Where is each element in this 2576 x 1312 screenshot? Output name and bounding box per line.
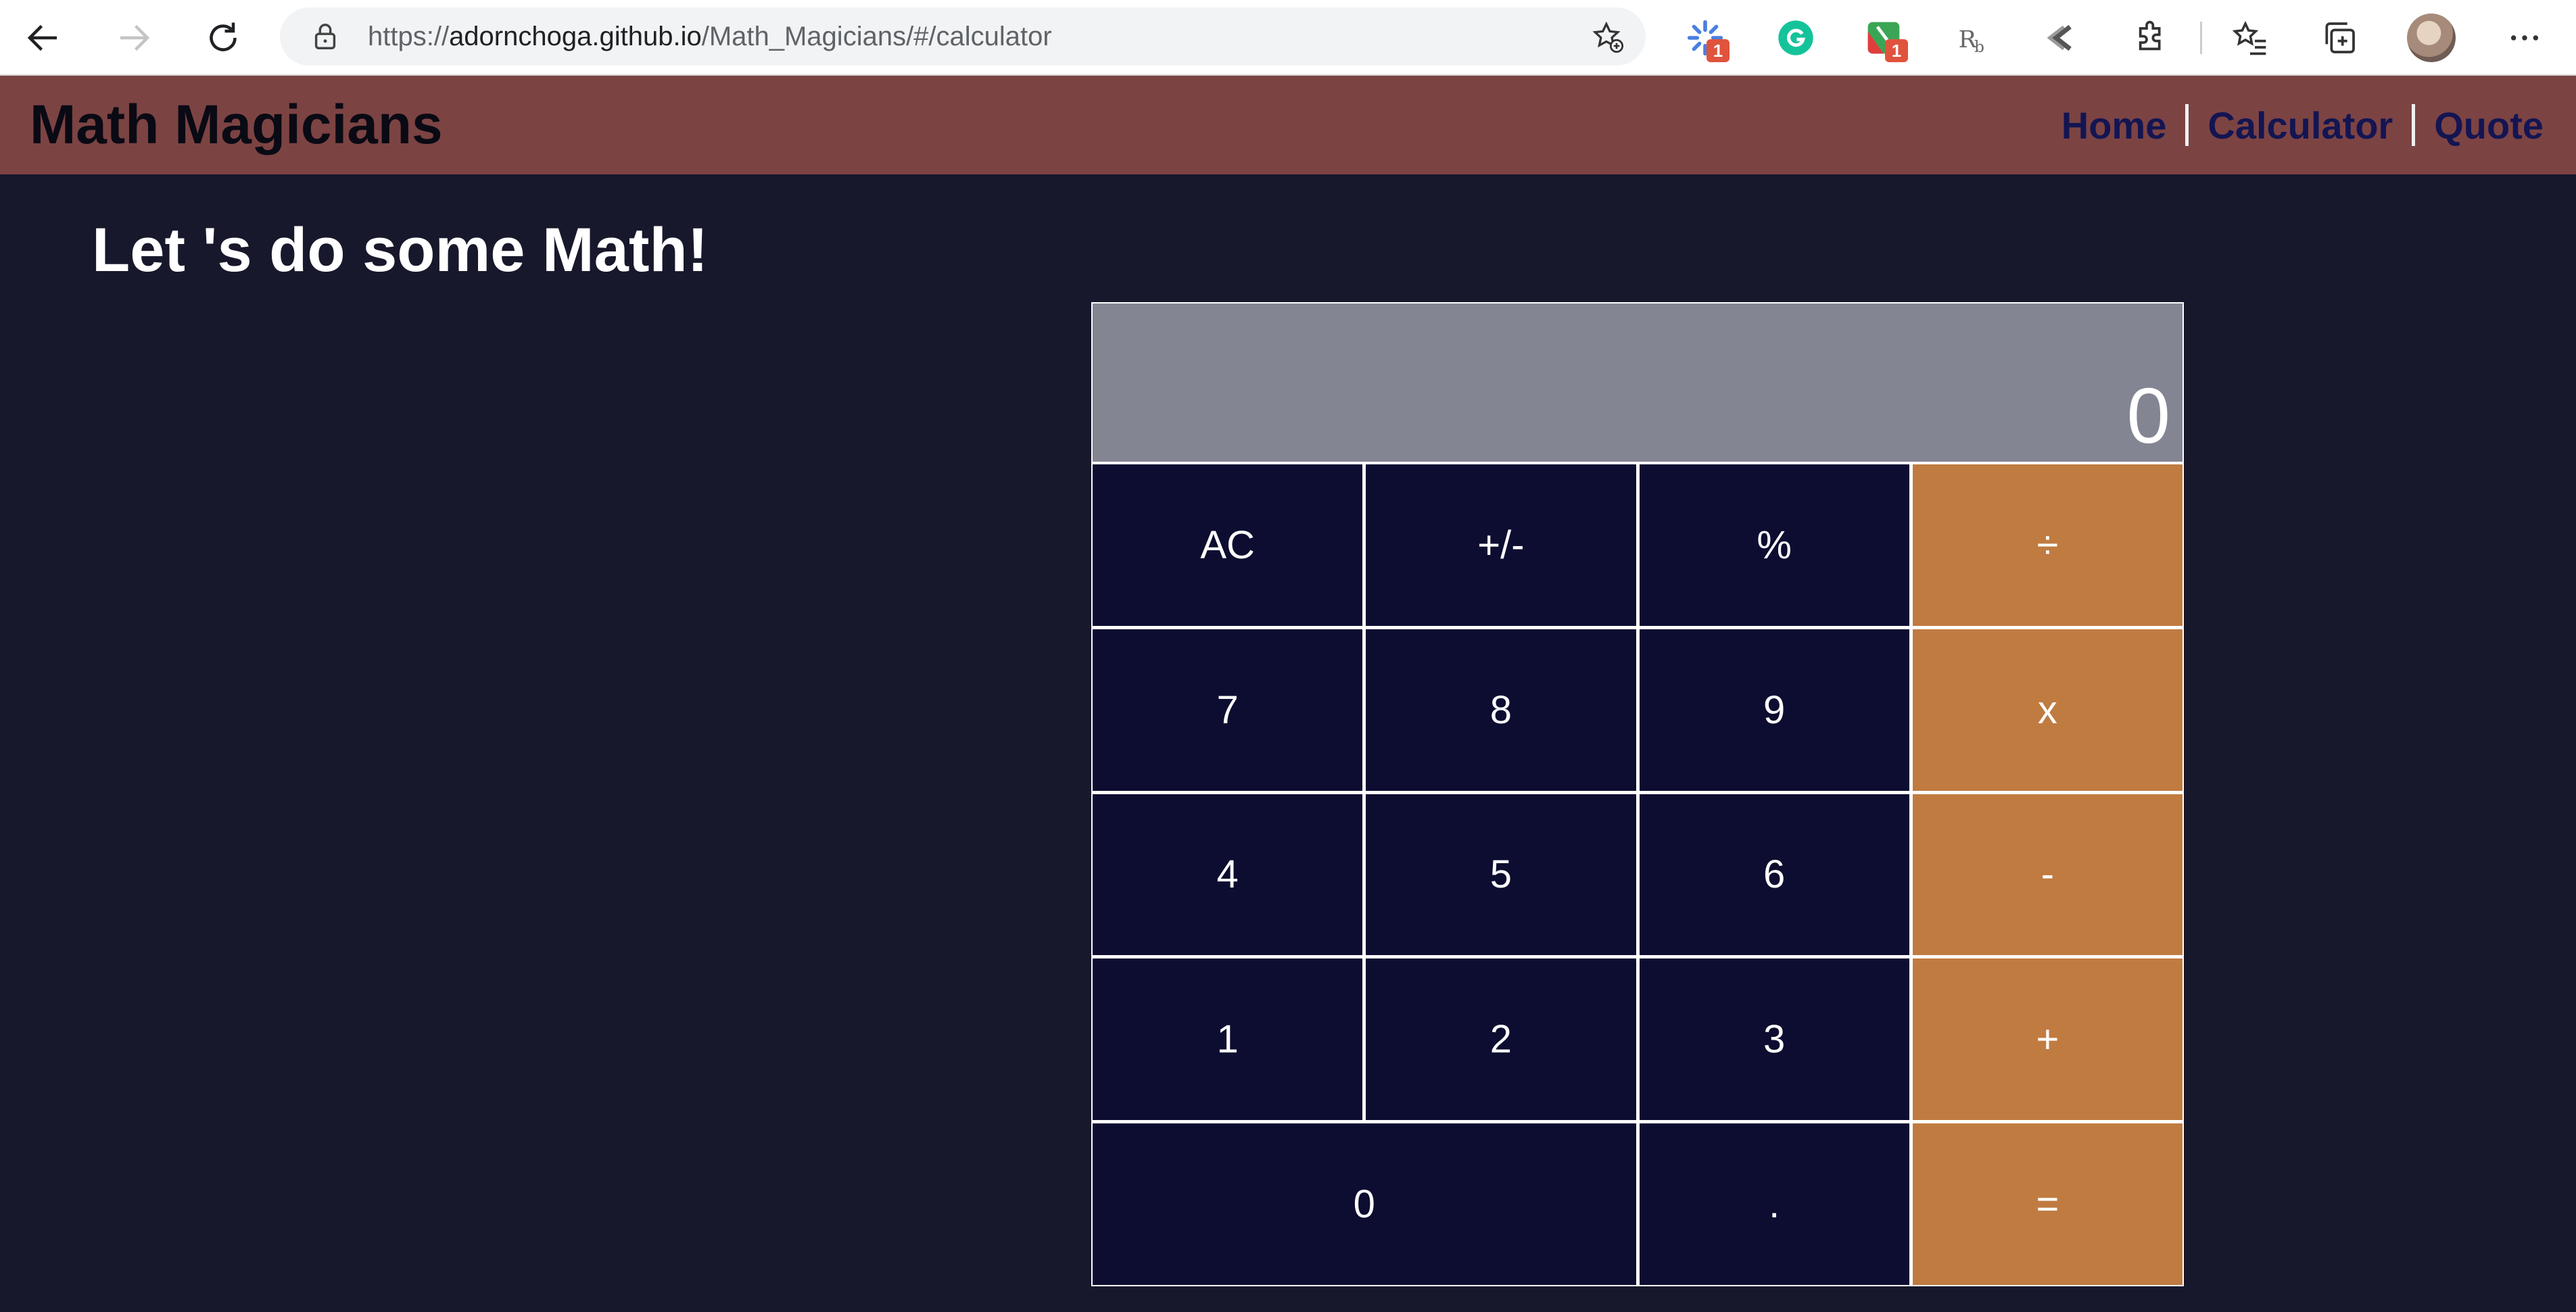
digit-0-button[interactable]: 0	[1093, 1123, 1636, 1285]
digit-6-button[interactable]: 6	[1639, 794, 1909, 956]
calculator: 0 AC +/- % ÷ 7 8 9 x 4 5 6 - 1 2 3 + 0 .…	[1091, 302, 2184, 1286]
digit-1-button[interactable]: 1	[1093, 958, 1363, 1121]
nav-divider	[2412, 104, 2416, 146]
extension-button[interactable]: Rb	[1949, 12, 2000, 64]
extension-badge: 1	[1885, 39, 1908, 62]
forward-arrow-icon	[120, 24, 150, 51]
calculator-keypad: AC +/- % ÷ 7 8 9 x 4 5 6 - 1 2 3 + 0 . =	[1093, 464, 2183, 1285]
extension-button[interactable]	[2036, 12, 2088, 64]
extension-badge: 1	[1707, 39, 1730, 62]
address-bar[interactable]: https://adornchoga.github.io/Math_Magici…	[280, 7, 1646, 66]
percent-button[interactable]: %	[1639, 464, 1909, 626]
app-header: Math Magicians Home Calculator Quote	[0, 76, 2576, 174]
reader-extension-icon: Rb	[1959, 26, 1984, 56]
digit-4-button[interactable]: 4	[1093, 794, 1363, 956]
favorites-list-icon	[2232, 20, 2266, 55]
favorites-button[interactable]	[2224, 12, 2276, 64]
collections-button[interactable]	[2314, 12, 2365, 64]
display-value: 0	[2126, 372, 2170, 460]
avatar	[2407, 14, 2456, 62]
forward-button[interactable]	[110, 14, 158, 62]
divide-button[interactable]: ÷	[1912, 464, 2183, 626]
page-heading: Let 's do some Math!	[92, 216, 709, 285]
nav-link-calculator[interactable]: Calculator	[2208, 103, 2393, 147]
extensions-menu-button[interactable]	[2126, 12, 2177, 64]
calculator-display: 0	[1093, 303, 2183, 462]
url-text: https://adornchoga.github.io/Math_Magici…	[368, 22, 1052, 51]
decimal-point-button[interactable]: .	[1639, 1123, 1909, 1285]
add-favorite-icon[interactable]	[1590, 20, 1625, 55]
arrow-extension-icon	[2047, 24, 2072, 51]
settings-menu-button[interactable]	[2499, 12, 2550, 64]
digit-5-button[interactable]: 5	[1366, 794, 1636, 956]
extension-button[interactable]: 1	[1858, 12, 1909, 64]
refresh-icon	[210, 22, 237, 51]
brand-title: Math Magicians	[30, 94, 443, 155]
main-nav: Home Calculator Quote	[2061, 76, 2544, 174]
nav-divider	[2185, 104, 2189, 146]
toolbar-divider	[2200, 22, 2202, 54]
nav-link-quote[interactable]: Quote	[2434, 103, 2544, 147]
refresh-button[interactable]	[199, 14, 247, 62]
back-button[interactable]	[19, 14, 68, 62]
equals-button[interactable]: =	[1912, 1123, 2183, 1285]
multiply-button[interactable]: x	[1912, 629, 2183, 791]
subtract-button[interactable]: -	[1912, 794, 2183, 956]
extension-button[interactable]	[1770, 12, 1821, 64]
digit-2-button[interactable]: 2	[1366, 958, 1636, 1121]
puzzle-icon	[2139, 20, 2161, 51]
digit-9-button[interactable]: 9	[1639, 629, 1909, 791]
digit-8-button[interactable]: 8	[1366, 629, 1636, 791]
add-button[interactable]: +	[1912, 958, 2183, 1121]
svg-text:b: b	[1974, 37, 1984, 56]
digit-7-button[interactable]: 7	[1093, 629, 1363, 791]
nav-link-home[interactable]: Home	[2061, 103, 2167, 147]
profile-button[interactable]	[2406, 12, 2457, 64]
sign-toggle-button[interactable]: +/-	[1366, 464, 1636, 626]
back-arrow-icon	[27, 24, 57, 51]
extension-button[interactable]: 1	[1679, 12, 1731, 64]
browser-toolbar: https://adornchoga.github.io/Math_Magici…	[0, 0, 2576, 76]
grammarly-icon	[1778, 20, 1813, 55]
collections-icon	[2325, 22, 2355, 53]
all-clear-button[interactable]: AC	[1093, 464, 1363, 626]
digit-3-button[interactable]: 3	[1639, 958, 1909, 1121]
more-options-icon	[2510, 35, 2539, 41]
lock-icon	[314, 24, 336, 49]
